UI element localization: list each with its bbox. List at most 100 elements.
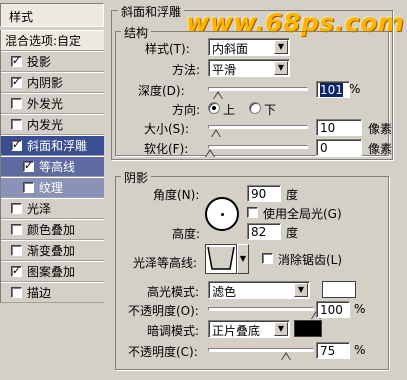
global-light-checkbox[interactable] (247, 207, 258, 218)
direction-down-radio[interactable] (249, 102, 261, 114)
sidebar-item-10[interactable]: 渐变叠加 (1, 240, 104, 261)
direction-down-label[interactable]: 下 (264, 101, 276, 118)
opacity2-slider[interactable] (208, 348, 314, 352)
angle-label: 角度(N): (153, 188, 200, 202)
style-label: 样式(T): (145, 42, 190, 56)
depth-label: 深度(D): (138, 84, 185, 98)
sidebar-item-checkbox[interactable] (11, 138, 22, 151)
opacity2-unit: % (354, 343, 366, 357)
size-slider[interactable] (208, 125, 308, 129)
size-label: 大小(S): (144, 122, 190, 136)
sidebar-item-label: 渐变叠加 (27, 244, 76, 258)
sidebar-item-3[interactable]: 外发光 (1, 93, 104, 114)
soften-slider[interactable] (208, 145, 308, 149)
sidebar-item-checkbox[interactable] (11, 264, 22, 277)
highlight-mode-value: 滤色 (212, 285, 237, 299)
styles-list: 混合选项:自定投影内阴影外发光内发光斜面和浮雕等高线纹理光泽颜色叠加渐变叠加图案… (0, 30, 104, 303)
chevron-down-icon: ▼ (294, 283, 308, 297)
gloss-contour-label: 光泽等高线: (133, 256, 198, 270)
opacity1-slider[interactable] (208, 307, 314, 311)
sidebar-item-checkbox[interactable] (11, 224, 22, 235)
chevron-down-icon: ▼ (274, 61, 288, 75)
sidebar-item-label: 图案叠加 (27, 265, 76, 279)
style-value: 内斜面 (212, 42, 249, 56)
sidebar-item-label: 描边 (27, 286, 52, 300)
sidebar-item-checkbox[interactable] (11, 245, 22, 256)
method-select[interactable]: 平滑 ▼ (208, 59, 290, 77)
sidebar-item-6[interactable]: 等高线 (1, 156, 104, 177)
sidebar-item-checkbox[interactable] (11, 287, 22, 298)
sidebar-item-checkbox[interactable] (11, 75, 22, 88)
angle-input[interactable]: 90 (247, 185, 281, 202)
shadow-mode-label: 暗调模式: (147, 324, 200, 338)
size-slider-thumb[interactable] (211, 129, 221, 137)
global-light-label[interactable]: 使用全局光(G) (263, 205, 342, 222)
highlight-mode-label: 高光模式: (147, 285, 200, 299)
shadow-color-swatch[interactable] (294, 320, 322, 337)
sidebar-item-label: 外发光 (27, 97, 64, 111)
altitude-label: 高度: (172, 227, 201, 241)
direction-up-label[interactable]: 上 (223, 101, 235, 118)
sidebar-item-checkbox[interactable] (11, 119, 22, 130)
sidebar-item-label: 投影 (27, 55, 52, 69)
sidebar-item-11[interactable]: 图案叠加 (1, 261, 104, 282)
styles-sidebar: 样式 混合选项:自定投影内阴影外发光内发光斜面和浮雕等高线纹理光泽颜色叠加渐变叠… (0, 0, 104, 380)
angle-unit: 度 (286, 188, 299, 202)
sidebar-item-label: 斜面和浮雕 (27, 139, 88, 153)
sidebar-item-label: 等高线 (39, 160, 76, 174)
sidebar-item-checkbox[interactable] (11, 54, 22, 67)
sidebar-item-checkbox[interactable] (23, 159, 34, 172)
antialias-checkbox[interactable] (262, 253, 273, 264)
sidebar-item-4[interactable]: 内发光 (1, 114, 104, 135)
sidebar-item-label: 颜色叠加 (27, 223, 76, 237)
altitude-input[interactable]: 82 (247, 223, 281, 240)
sidebar-item-5[interactable]: 斜面和浮雕 (1, 135, 104, 156)
sidebar-item-12[interactable]: 描边 (1, 282, 104, 303)
soften-input[interactable]: 0 (316, 139, 362, 156)
depth-input[interactable]: 101 (316, 81, 350, 98)
depth-unit: % (349, 82, 361, 96)
shadow-mode-select[interactable]: 正片叠底 ▼ (208, 320, 290, 338)
soften-unit: 像素 (368, 142, 393, 156)
opacity1-input[interactable]: 100 (316, 301, 350, 318)
opacity2-slider-thumb[interactable] (281, 352, 291, 360)
sidebar-item-label: 内阴影 (27, 76, 64, 90)
antialias-label[interactable]: 消除锯齿(L) (278, 251, 342, 268)
sidebar-item-label: 内发光 (27, 118, 64, 132)
angle-dial[interactable] (205, 197, 239, 231)
chevron-down-icon: ▼ (274, 40, 288, 54)
direction-up-radio[interactable] (208, 102, 220, 114)
sidebar-item-1[interactable]: 投影 (1, 51, 104, 72)
highlight-mode-select[interactable]: 滤色 ▼ (208, 281, 310, 299)
sidebar-item-checkbox[interactable] (11, 203, 22, 214)
sidebar-item-0[interactable]: 混合选项:自定 (1, 30, 104, 51)
opacity2-label: 不透明度(C): (128, 345, 198, 359)
style-select[interactable]: 内斜面 ▼ (208, 38, 290, 56)
sidebar-item-8[interactable]: 光泽 (1, 198, 104, 219)
sidebar-item-label: 纹理 (39, 181, 64, 195)
opacity1-unit: % (354, 302, 366, 316)
sidebar-item-checkbox[interactable] (23, 182, 34, 193)
depth-slider[interactable] (208, 87, 308, 91)
contour-curve-icon (207, 246, 235, 270)
sidebar-item-2[interactable]: 内阴影 (1, 72, 104, 93)
sidebar-item-7[interactable]: 纹理 (1, 177, 104, 198)
structure-title: 结构 (121, 24, 152, 41)
method-label: 方法: (172, 63, 201, 77)
chevron-down-icon: ▼ (274, 322, 288, 336)
chevron-down-icon[interactable]: ▼ (237, 244, 249, 274)
size-input[interactable]: 10 (316, 119, 362, 136)
sidebar-item-checkbox[interactable] (11, 98, 22, 109)
method-value: 平滑 (212, 63, 237, 77)
styles-header: 样式 (0, 3, 104, 27)
shadow-mode-value: 正片叠底 (212, 324, 261, 338)
sidebar-item-9[interactable]: 颜色叠加 (1, 219, 104, 240)
size-unit: 像素 (368, 122, 393, 136)
soften-slider-thumb[interactable] (205, 149, 215, 157)
opacity2-input[interactable]: 75 (316, 342, 350, 359)
direction-label: 方向: (172, 103, 201, 117)
highlight-color-swatch[interactable] (322, 281, 356, 298)
altitude-unit: 度 (286, 226, 299, 240)
gloss-contour-preview[interactable] (205, 244, 237, 274)
depth-slider-thumb[interactable] (213, 91, 223, 99)
